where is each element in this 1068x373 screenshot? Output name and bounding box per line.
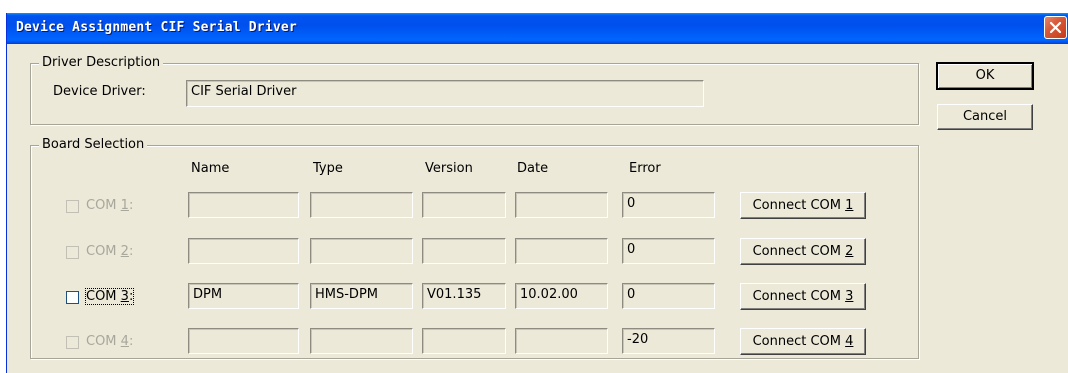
driver-description-legend: Driver Description [39,55,164,70]
close-icon [1049,21,1062,34]
com4-error-field[interactable]: -20 [622,328,715,354]
com4-version-field[interactable] [422,328,506,354]
device-driver-field[interactable]: CIF Serial Driver [186,80,704,107]
com4-type-field[interactable] [310,328,413,354]
com3-type-field[interactable]: HMS-DPM [310,283,413,309]
com2-label: COM 2: [86,244,134,259]
com2-error-field[interactable]: 0 [622,238,715,264]
column-header-date: Date [517,161,549,176]
com1-version-field[interactable] [422,192,506,218]
dialog-window: Device Assignment CIF Serial Driver Driv… [6,13,1068,373]
com3-error-field[interactable]: 0 [622,283,715,309]
dialog-title: Device Assignment CIF Serial Driver [16,20,297,35]
column-header-error: Error [629,161,661,176]
com3-name-field[interactable]: DPM [188,283,299,309]
column-header-version: Version [425,161,473,176]
com3-date-field[interactable]: 10.02.00 [515,283,608,309]
com1-error-field[interactable]: 0 [622,192,715,218]
board-selection-legend: Board Selection [39,137,148,152]
com4-date-field[interactable] [515,328,608,354]
device-driver-label: Device Driver: [53,84,146,99]
connect-com2-button[interactable]: Connect COM 2 [740,238,866,265]
com2-name-field[interactable] [188,238,299,264]
com3-version-field[interactable]: V01.135 [422,283,506,309]
com2-type-field[interactable] [310,238,413,264]
connect-com3-button[interactable]: Connect COM 3 [740,283,866,310]
board-selection-group: Board Selection Name Type Version Date E… [30,137,919,359]
com1-date-field[interactable] [515,192,608,218]
com2-checkbox[interactable] [66,246,79,259]
com1-name-field[interactable] [188,192,299,218]
connect-com1-button[interactable]: Connect COM 1 [740,192,866,219]
cancel-button[interactable]: Cancel [937,104,1033,130]
title-bar[interactable]: Device Assignment CIF Serial Driver [7,13,1068,44]
column-header-type: Type [313,161,343,176]
com4-name-field[interactable] [188,328,299,354]
close-button[interactable] [1044,16,1067,39]
com2-version-field[interactable] [422,238,506,264]
com1-checkbox[interactable] [66,200,79,213]
connect-com4-button[interactable]: Connect COM 4 [740,328,866,355]
background-strip [0,0,1068,13]
com4-label: COM 4: [86,334,134,349]
com4-checkbox[interactable] [66,336,79,349]
column-header-name: Name [191,161,230,176]
com1-type-field[interactable] [310,192,413,218]
com2-date-field[interactable] [515,238,608,264]
driver-description-group: Driver Description Device Driver: CIF Se… [30,55,919,125]
com1-label: COM 1: [86,198,134,213]
ok-button[interactable]: OK [937,63,1033,89]
com3-label: COM 3: [84,288,135,305]
com3-checkbox[interactable] [66,291,79,304]
